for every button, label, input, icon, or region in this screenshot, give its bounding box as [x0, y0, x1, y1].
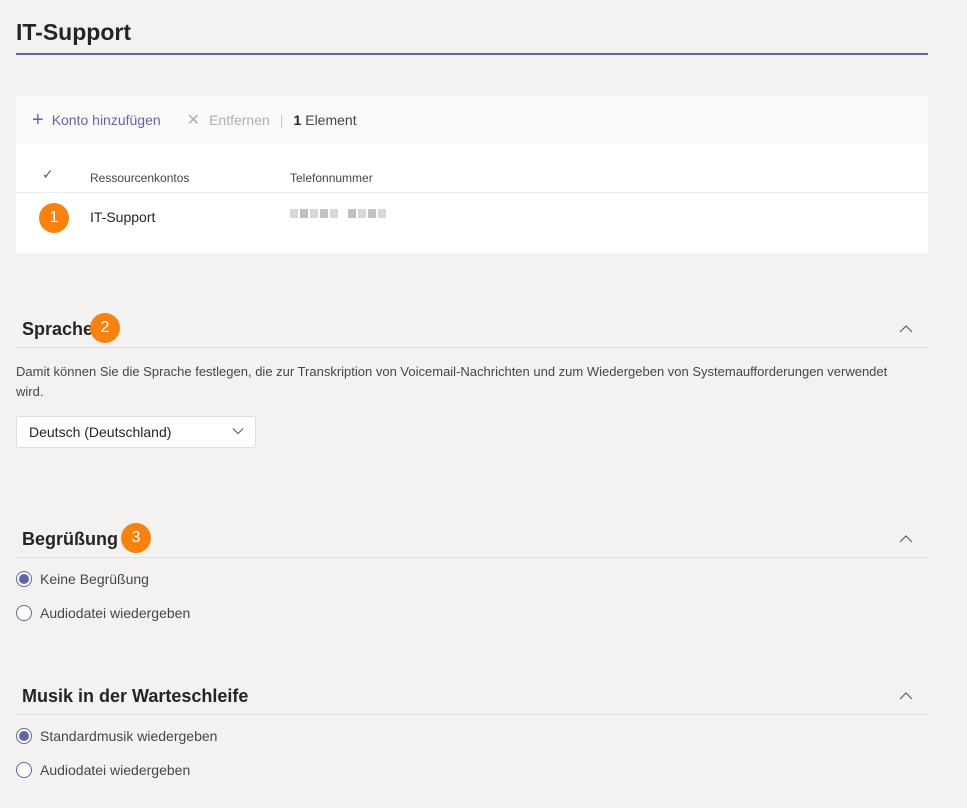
radio-button-selected[interactable] [16, 728, 32, 744]
close-icon: ✕ [186, 112, 201, 129]
column-header-phone[interactable]: Telefonnummer [290, 171, 373, 185]
hold-music-option-label: Audiodatei wiedergeben [40, 762, 191, 778]
radio-button[interactable] [16, 762, 32, 778]
language-dropdown[interactable]: Deutsch (Deutschland) [16, 416, 256, 448]
remove-button[interactable]: ✕ Entfernen [187, 110, 270, 130]
toolbar-separator: | [279, 112, 284, 128]
step-badge-3: 3 [121, 523, 151, 553]
chevron-down-icon [232, 428, 244, 435]
page: IT-Support + Konto hinzufügen ✕ Entferne… [0, 0, 967, 808]
language-section-header[interactable]: Sprache [16, 315, 928, 348]
language-selected-value: Deutsch (Deutschland) [29, 424, 172, 440]
title-underline [16, 53, 928, 55]
table-row[interactable]: IT-Support [16, 193, 928, 243]
step-badge-1: 1 [39, 203, 69, 233]
remove-label: Entfernen [209, 112, 270, 128]
table-header: ✓ Ressourcenkontos Telefonnummer [16, 144, 928, 193]
add-account-label: Konto hinzufügen [51, 112, 161, 128]
item-count-number: 1 [293, 112, 302, 128]
hold-music-section-header[interactable]: Musik in der Warteschleife [16, 682, 928, 715]
hold-music-option-default[interactable]: Standardmusik wiedergeben [16, 726, 217, 746]
column-header-accounts[interactable]: Ressourcenkontos [90, 171, 189, 185]
greeting-option-none[interactable]: Keine Begrüßung [16, 569, 149, 589]
greeting-section-header[interactable]: Begrüßung [16, 525, 928, 558]
greeting-option-audio[interactable]: Audiodatei wiedergeben [16, 603, 190, 623]
language-section-title: Sprache [22, 319, 94, 339]
step-badge-2: 2 [90, 313, 120, 343]
plus-icon: + [32, 109, 44, 131]
item-count-label: Element [305, 112, 357, 128]
greeting-option-label: Audiodatei wiedergeben [40, 605, 191, 621]
greeting-section-title: Begrüßung [22, 529, 118, 549]
add-account-button[interactable]: + Konto hinzufügen [32, 109, 161, 131]
chevron-up-icon[interactable] [898, 688, 914, 704]
account-name-cell: IT-Support [90, 209, 156, 225]
hold-music-section-title: Musik in der Warteschleife [22, 686, 249, 706]
hold-music-option-label: Standardmusik wiedergeben [40, 728, 218, 744]
item-count: 1 Element [293, 112, 356, 128]
page-title: IT-Support [16, 19, 131, 45]
hold-music-option-audio[interactable]: Audiodatei wiedergeben [16, 760, 190, 780]
greeting-option-label: Keine Begrüßung [40, 571, 149, 587]
select-all-check-icon[interactable]: ✓ [42, 166, 54, 183]
phone-number-redacted [290, 209, 386, 218]
radio-button[interactable] [16, 605, 32, 621]
radio-button-selected[interactable] [16, 571, 32, 587]
chevron-up-icon[interactable] [898, 321, 914, 337]
accounts-toolbar: + Konto hinzufügen ✕ Entfernen | 1 Elemen… [16, 96, 928, 144]
language-description: Damit können Sie die Sprache festlegen, … [16, 364, 888, 399]
resource-accounts-table: ✓ Ressourcenkontos Telefonnummer IT-Supp… [16, 144, 928, 253]
chevron-up-icon[interactable] [898, 531, 914, 547]
